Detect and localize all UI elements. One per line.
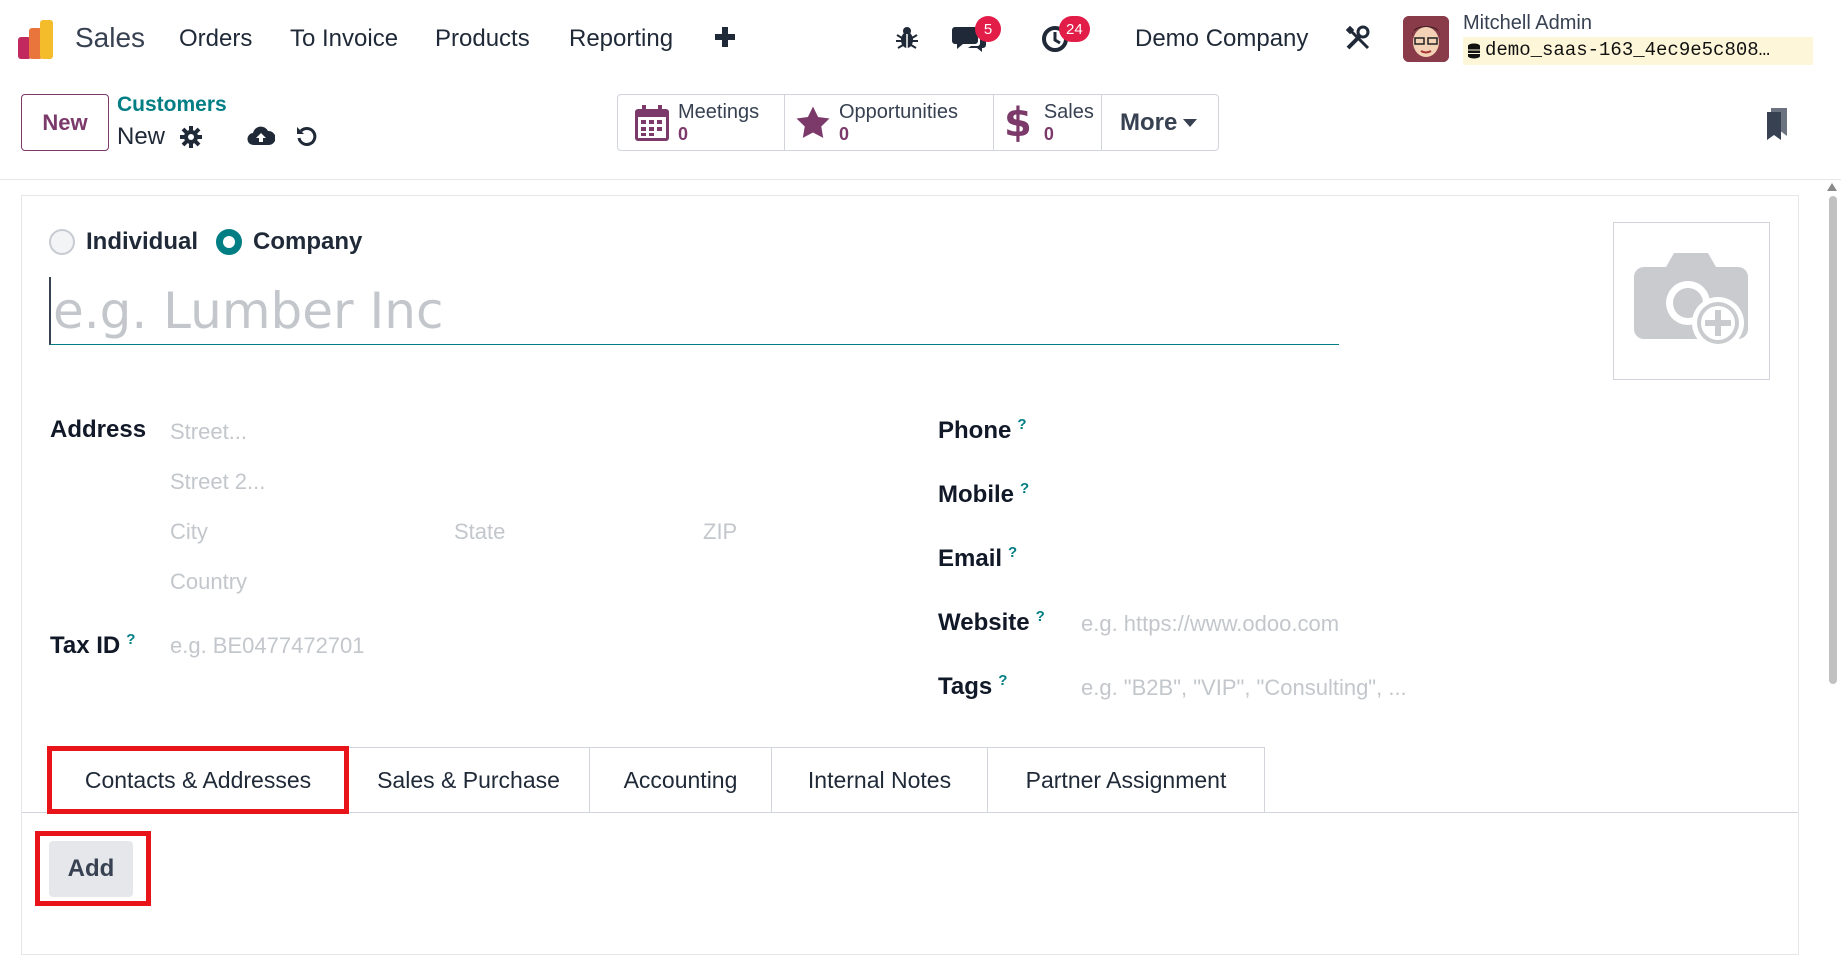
phone-help-icon[interactable]: ? [1017,416,1026,433]
email-label-text: Email [938,545,1003,572]
phone-label: Phone? [938,416,1027,445]
street2-input[interactable]: Street 2... [170,469,265,495]
radio-company-label[interactable]: Company [253,228,362,256]
tab-accounting[interactable]: Accounting [590,747,772,813]
cloud-upload-icon[interactable] [246,124,276,148]
taxid-help-icon[interactable]: ? [126,631,135,648]
image-upload[interactable] [1613,222,1770,380]
website-input[interactable]: e.g. https://www.odoo.com [1081,611,1339,637]
calendar-icon [635,104,669,141]
database-name-text: demo_saas-163_4ec9e5c808… [1485,39,1771,61]
tags-help-icon[interactable]: ? [998,672,1007,689]
smart-buttons: Meetings 0 Opportunities 0 $ Sales 0 More [617,94,1219,151]
user-avatar[interactable] [1403,16,1449,62]
caret-down-icon [1183,118,1198,127]
star-icon [796,106,830,138]
plus-icon[interactable] [712,24,738,50]
meetings-count: 0 [678,123,689,144]
sales-app-icon[interactable] [18,20,58,60]
mobile-help-icon[interactable]: ? [1020,480,1029,497]
website-label-text: Website [938,609,1030,636]
mobile-label-text: Mobile [938,481,1014,508]
tab-partner-assignment[interactable]: Partner Assignment [988,747,1265,813]
menu-to-invoice[interactable]: To Invoice [290,25,398,53]
dollar-icon: $ [1004,99,1032,146]
sales-count: 0 [1043,123,1054,144]
record-name: New [117,123,166,150]
opportunities-count: 0 [839,123,850,144]
more-label: More [1120,108,1178,136]
tab-internal-notes[interactable]: Internal Notes [772,747,988,813]
tools-icon[interactable] [1344,24,1372,52]
radio-individual[interactable] [49,229,75,255]
tags-label: Tags? [938,672,1007,701]
country-select[interactable]: Country [170,569,247,595]
gear-icon[interactable] [179,125,203,149]
website-label: Website? [938,608,1045,637]
app-name[interactable]: Sales [75,22,145,54]
tags-input[interactable]: e.g. "B2B", "VIP", "Consulting", ... [1081,675,1407,701]
user-name[interactable]: Mitchell Admin [1463,12,1592,35]
email-help-icon[interactable]: ? [1008,544,1017,561]
opportunities-label: Opportunities [839,100,958,123]
company-switcher[interactable]: Demo Company [1135,25,1308,53]
menu-products[interactable]: Products [435,25,530,53]
zip-input[interactable]: ZIP [703,519,737,545]
breadcrumb-customers[interactable]: Customers [117,93,227,117]
more-button[interactable]: More [1102,95,1218,150]
tags-label-text: Tags [938,673,993,700]
sales-button[interactable]: $ Sales 0 [994,95,1102,150]
database-name: demo_saas-163_4ec9e5c808… [1463,37,1813,65]
scroll-up-icon[interactable] [1827,183,1837,191]
menu-orders[interactable]: Orders [179,25,252,53]
highlight-add [35,831,151,906]
state-select[interactable]: State [454,519,505,545]
website-help-icon[interactable]: ? [1036,608,1045,625]
menu-reporting[interactable]: Reporting [569,25,673,53]
phone-label-text: Phone [938,417,1012,444]
bookmark-icon[interactable] [1764,108,1790,140]
discard-icon[interactable] [294,123,320,149]
meetings-button[interactable]: Meetings 0 [618,95,785,150]
camera-plus-icon [1633,253,1748,349]
opportunities-button[interactable]: Opportunities 0 [785,95,994,150]
bug-icon[interactable] [893,24,921,52]
address-label: Address [50,416,147,443]
email-label: Email? [938,544,1017,573]
taxid-label-text: Tax ID [50,632,121,659]
tab-sales-purchase[interactable]: Sales & Purchase [348,747,590,813]
chat-badge: 5 [975,16,1001,42]
street-input[interactable]: Street... [170,419,247,445]
taxid-label: Tax ID? [50,631,135,660]
sales-label: Sales [1043,100,1094,123]
database-icon [1468,43,1480,59]
radio-individual-label[interactable]: Individual [86,228,198,256]
highlight-tab [47,746,349,814]
taxid-input[interactable]: e.g. BE0477472701 [170,633,365,659]
mobile-label: Mobile? [938,480,1029,509]
meetings-label: Meetings [678,100,760,123]
top-navbar: Sales Orders To Invoice Products Reporti… [0,0,1841,78]
new-button[interactable]: New [21,94,109,151]
radio-company[interactable] [216,229,242,255]
city-input[interactable]: City [170,519,208,545]
activity-badge: 24 [1059,16,1090,42]
company-name-input[interactable] [49,277,1339,345]
scrollbar-thumb[interactable] [1829,196,1837,684]
